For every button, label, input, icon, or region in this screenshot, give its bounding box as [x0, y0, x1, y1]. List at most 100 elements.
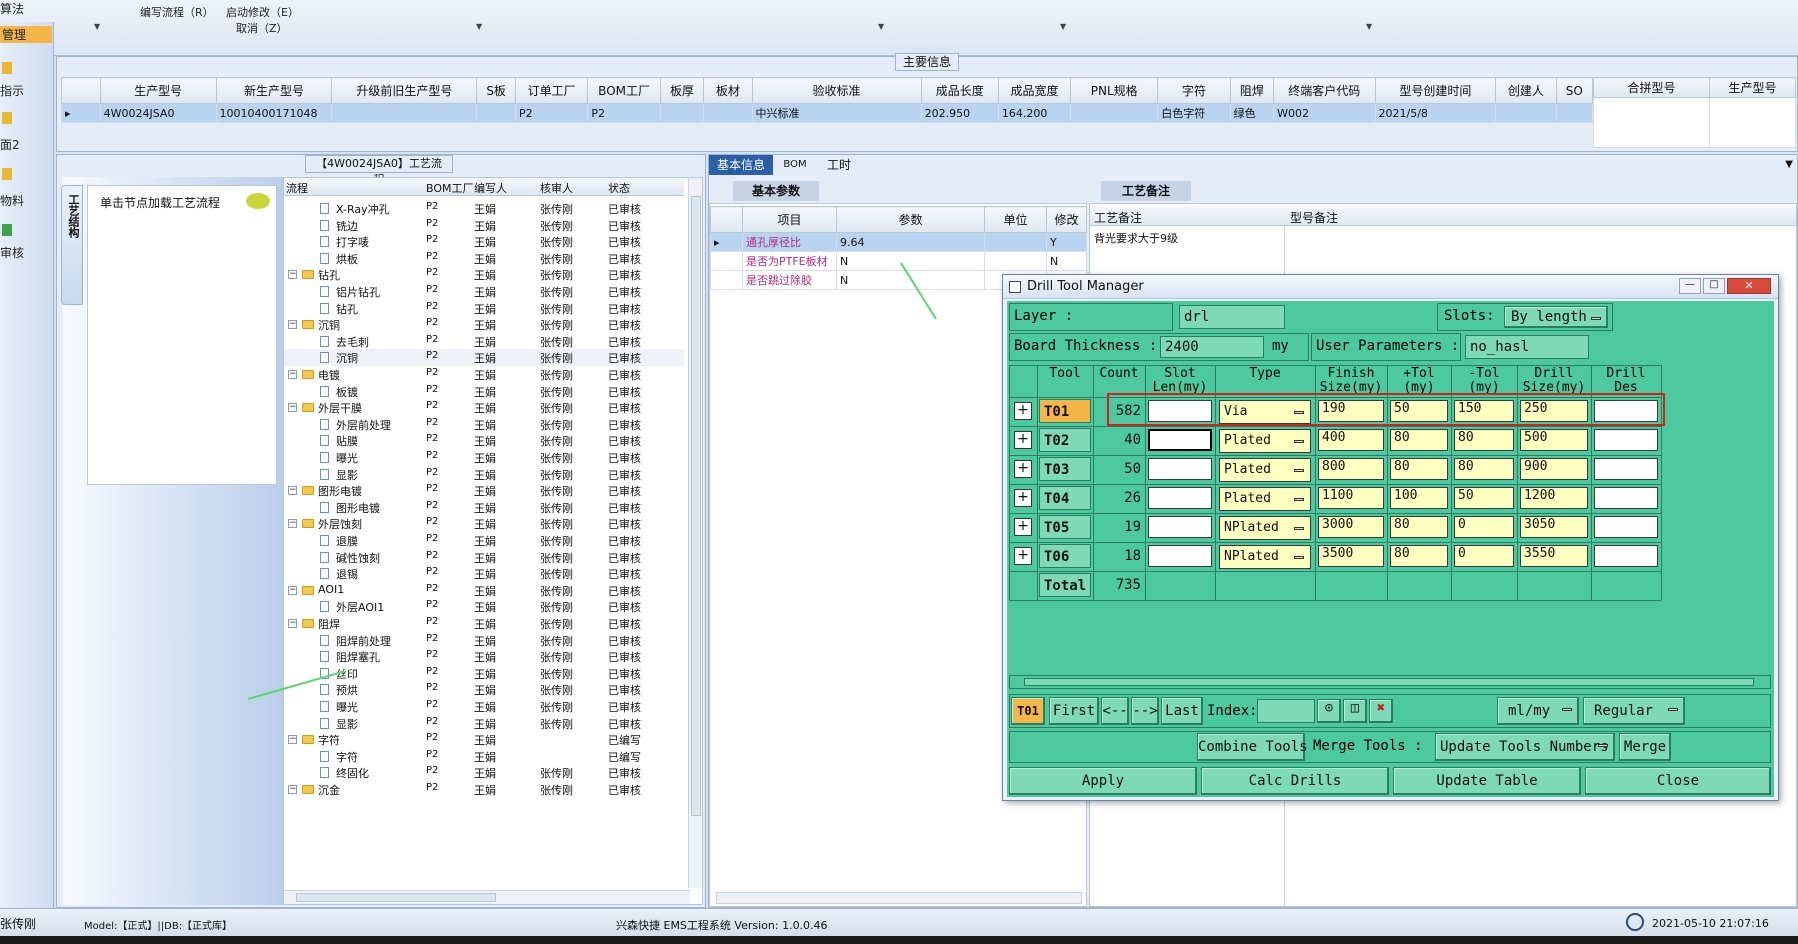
finish-field[interactable]: 3500: [1318, 545, 1384, 567]
last-button[interactable]: Last: [1161, 697, 1203, 725]
collapse-icon[interactable]: −: [288, 585, 297, 595]
ntol-field[interactable]: 0: [1454, 545, 1514, 567]
tree-vscrollbar[interactable]: [688, 178, 702, 888]
tree-row[interactable]: 丝印 P2 王娟 张传刚 已审核: [284, 665, 684, 682]
type-select[interactable]: Plated: [1219, 429, 1311, 453]
tree-row[interactable]: 图形电镀 P2 王娟 张传刚 已审核: [284, 499, 684, 516]
type-select[interactable]: Plated: [1219, 487, 1311, 511]
nav-item-manage[interactable]: 管理: [0, 26, 52, 43]
close-button[interactable]: Close: [1585, 767, 1771, 795]
collapse-icon[interactable]: −: [288, 320, 297, 330]
ptol-field[interactable]: 80: [1390, 516, 1448, 538]
scroll-thumb[interactable]: [1024, 678, 1754, 686]
cell[interactable]: 4W0024JSA0: [99, 103, 217, 123]
tab-bom[interactable]: BOM: [775, 155, 815, 175]
tree-row[interactable]: 曝光 P2 王娟 张传刚 已审核: [284, 449, 684, 466]
cell[interactable]: P2: [514, 103, 589, 123]
cell[interactable]: 2021/5/8: [1374, 103, 1497, 123]
tab-process-notes[interactable]: 工艺备注: [1101, 181, 1191, 201]
tree-row[interactable]: − 外层干膜 P2 王娟 张传刚 已审核: [284, 399, 684, 416]
ptol-field[interactable]: 100: [1390, 487, 1448, 509]
start-modify-button[interactable]: 启动修改（E）: [226, 4, 299, 20]
tree-row[interactable]: − 电镀 P2 王娟 张传刚 已审核: [284, 366, 684, 383]
update-tools-numbers-select[interactable]: Update Tools Numbers: [1435, 733, 1615, 761]
drill-des-field[interactable]: [1594, 545, 1658, 567]
cell[interactable]: [331, 103, 478, 123]
tree-row[interactable]: 预烘 P2 王娟 张传刚 已审核: [284, 681, 684, 698]
slots-select[interactable]: By length: [1504, 306, 1608, 328]
collapse-icon[interactable]: −: [288, 486, 297, 496]
thickness-field[interactable]: 2400: [1160, 336, 1264, 358]
collapse-icon[interactable]: −: [288, 403, 297, 413]
slot-len-field[interactable]: [1148, 545, 1212, 567]
cancel-button[interactable]: 取消（Z）: [236, 20, 288, 36]
tools-hscrollbar[interactable]: [1009, 675, 1771, 689]
lock-icon[interactable]: ⊙: [1317, 699, 1341, 723]
tree-row[interactable]: 铣边 P2 王娟 张传刚 已审核: [284, 217, 684, 234]
ntol-field[interactable]: 0: [1454, 516, 1514, 538]
chevron-down-icon[interactable]: ▼: [1366, 22, 1372, 31]
cell[interactable]: W002: [1273, 103, 1376, 123]
tree-row[interactable]: 沉铜 P2 王娟 张传刚 已审核: [284, 349, 684, 366]
combine-tools-button[interactable]: Combine Tools: [1197, 733, 1308, 761]
tree-row[interactable]: 外层前处理 P2 王娟 张传刚 已审核: [284, 416, 684, 433]
tree-row[interactable]: 退锡 P2 王娟 张传刚 已审核: [284, 565, 684, 582]
nav-item-material[interactable]: 物料: [0, 192, 24, 209]
tree-row[interactable]: X-Ray冲孔 P2 王娟 张传刚 已审核: [284, 200, 684, 217]
ntol-field[interactable]: 50: [1454, 487, 1514, 509]
calc-drills-button[interactable]: Calc Drills: [1201, 767, 1389, 795]
layer-field[interactable]: drl: [1179, 305, 1285, 329]
tab-basic-info[interactable]: 基本信息: [709, 155, 773, 175]
chevron-down-icon[interactable]: ▼: [878, 22, 884, 31]
slot-len-field[interactable]: [1148, 429, 1212, 451]
drill-des-field[interactable]: [1594, 516, 1658, 538]
tree-row[interactable]: 贴膜 P2 王娟 张传刚 已审核: [284, 432, 684, 449]
collapse-icon[interactable]: −: [288, 785, 297, 794]
prev-button[interactable]: <--: [1101, 697, 1129, 725]
merge-button[interactable]: Merge: [1619, 733, 1671, 761]
ntol-field[interactable]: 80: [1454, 429, 1514, 451]
slot-len-field[interactable]: [1148, 516, 1212, 538]
collapse-icon[interactable]: −: [288, 370, 297, 379]
tree-row[interactable]: 钻孔 P2 王娟 张传刚 已审核: [284, 300, 684, 317]
tree-row[interactable]: − 字符 P2 王娟 已编写: [284, 731, 684, 748]
drill-field[interactable]: 1200: [1520, 487, 1588, 509]
finish-field[interactable]: 800: [1318, 458, 1384, 480]
nav-item-instruction[interactable]: 指示: [0, 82, 24, 99]
panel-dropdown-icon[interactable]: ▼: [1785, 159, 1793, 170]
tree-row[interactable]: 显影 P2 王娟 张传刚 已审核: [284, 715, 684, 732]
param-row[interactable]: 是否为PTFE板材 N N: [710, 251, 1087, 271]
tree-row[interactable]: 终固化 P2 王娟 张传刚 已审核: [284, 764, 684, 781]
expand-icon[interactable]: +: [1014, 518, 1032, 536]
index-field[interactable]: [1257, 699, 1315, 723]
expand-icon[interactable]: +: [1014, 402, 1032, 420]
cell[interactable]: P2: [587, 103, 661, 123]
tree-row[interactable]: 显影 P2 王娟 张传刚 已审核: [284, 466, 684, 483]
nav-item-review[interactable]: 审核: [0, 244, 24, 261]
minimize-button[interactable]: —: [1679, 278, 1701, 294]
user-params-field[interactable]: no_hasl: [1465, 335, 1589, 359]
tool-name[interactable]: T03: [1039, 457, 1091, 481]
maximize-button[interactable]: □: [1703, 278, 1725, 294]
next-button[interactable]: -->: [1131, 697, 1159, 725]
row-indicator[interactable]: [710, 251, 743, 271]
type-select[interactable]: NPlated: [1219, 516, 1311, 540]
tree-row[interactable]: 字符 P2 王娟 已编写: [284, 748, 684, 765]
drill-field[interactable]: 900: [1520, 458, 1588, 480]
tree-row[interactable]: − AOI1 P2 王娟 张传刚 已审核: [284, 582, 684, 599]
save-icon[interactable]: ◫: [1343, 699, 1367, 723]
tool-name[interactable]: T02: [1039, 428, 1091, 452]
drill-des-field[interactable]: [1594, 487, 1658, 509]
expand-icon[interactable]: +: [1014, 431, 1032, 449]
tree-row[interactable]: − 阻焊 P2 王娟 张传刚 已审核: [284, 615, 684, 632]
chevron-down-icon[interactable]: ▼: [1060, 22, 1066, 31]
tool-name[interactable]: T01: [1039, 399, 1091, 423]
chevron-down-icon[interactable]: ▼: [94, 22, 100, 31]
cell[interactable]: 10010400171048: [215, 103, 333, 123]
chevron-down-icon[interactable]: ▼: [476, 22, 482, 31]
tree-row[interactable]: 打字唛 P2 王娟 张传刚 已审核: [284, 233, 684, 250]
tree-row[interactable]: 退膜 P2 王娟 张传刚 已审核: [284, 532, 684, 549]
drill-field[interactable]: 3550: [1520, 545, 1588, 567]
param-row[interactable]: ▸ 通孔厚径比 9.64 Y: [710, 232, 1087, 252]
cell[interactable]: 164.200: [997, 103, 1072, 123]
